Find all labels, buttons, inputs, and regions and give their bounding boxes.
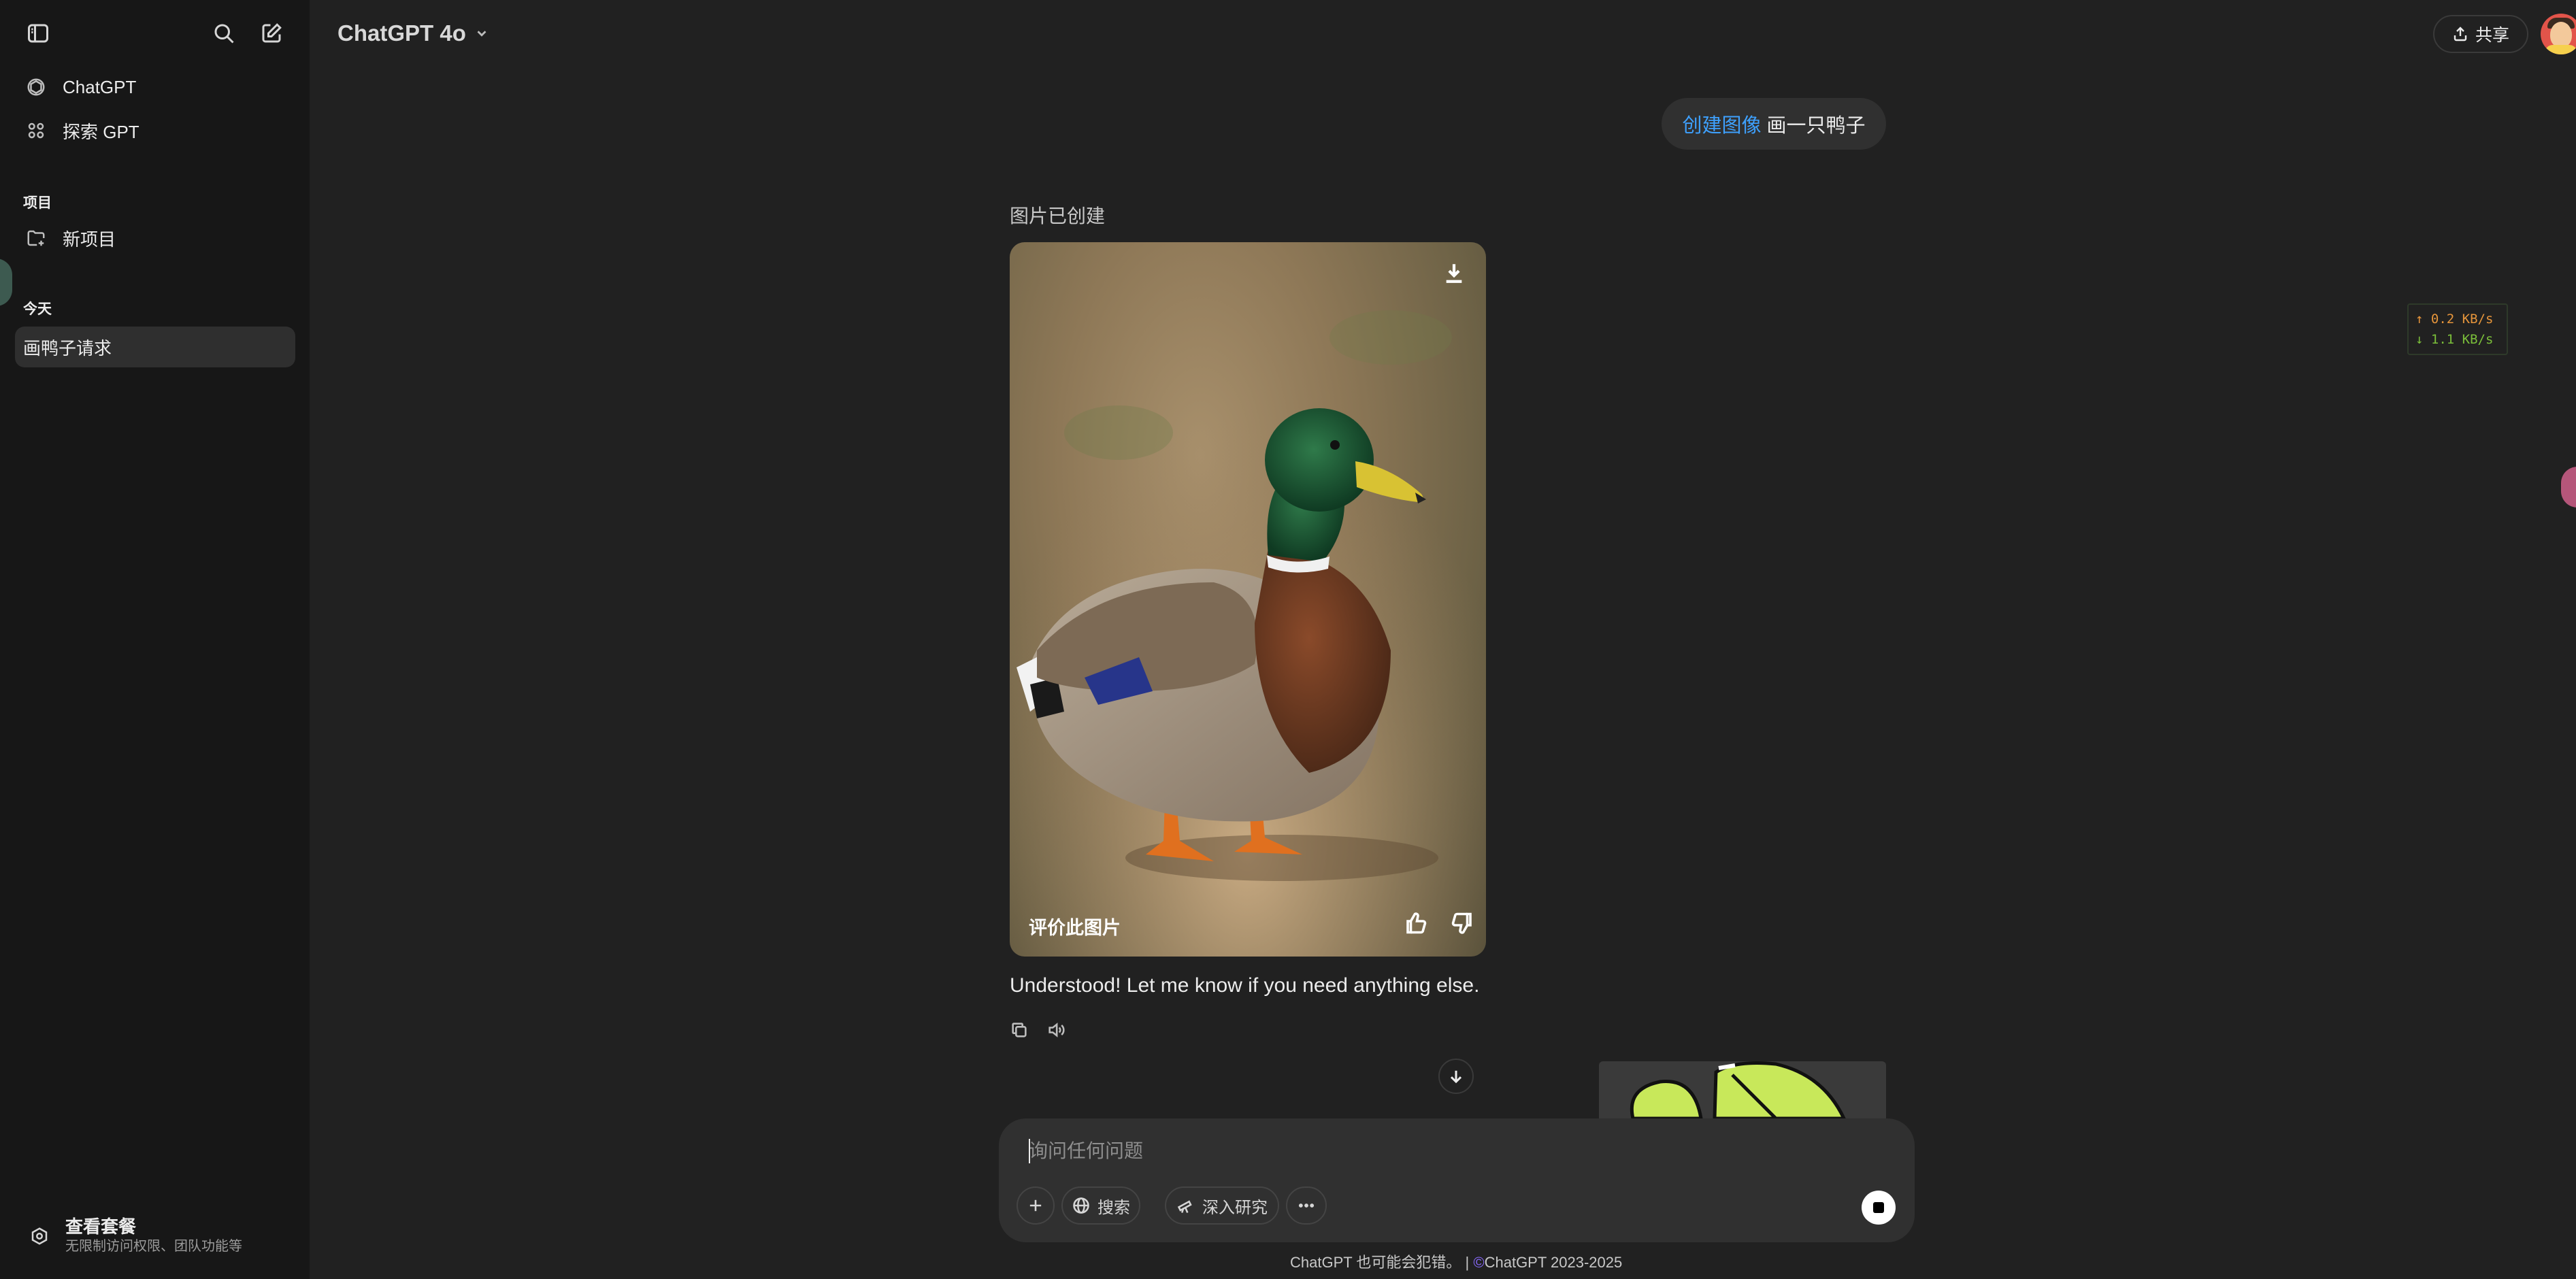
- sidebar-item-label: 探索 GPT: [63, 121, 139, 142]
- search-icon: [214, 24, 234, 44]
- new-chat-button[interactable]: [253, 15, 290, 52]
- plan-title: 查看套餐: [65, 1216, 137, 1237]
- sidebar-topbar: [0, 15, 310, 52]
- generated-image-card[interactable]: 评价此图片: [1010, 242, 1486, 957]
- thumbs-down-icon: [1451, 912, 1472, 934]
- download-speed: ↓ 1.1 KB/s: [2415, 332, 2494, 347]
- thumbs-up-icon: [1406, 912, 1427, 934]
- footer-disclaimer: ChatGPT 也可能会犯错。 | ©ChatGPT 2023-2025: [1290, 1250, 1622, 1272]
- scroll-to-bottom-button[interactable]: [1438, 1059, 1474, 1094]
- copyright-symbol: ©: [1473, 1254, 1485, 1271]
- sidebar-item-chatgpt[interactable]: ChatGPT: [15, 67, 295, 107]
- toggle-sidebar-button[interactable]: [20, 15, 56, 52]
- disclaimer-text: ChatGPT 也可能会犯错。 |: [1290, 1254, 1470, 1271]
- globe-icon: [1073, 1197, 1089, 1214]
- arrow-down-icon: [1450, 1070, 1462, 1084]
- edit-icon: [262, 23, 282, 43]
- stop-generating-button[interactable]: [1862, 1191, 1896, 1225]
- text-cursor: [1029, 1139, 1030, 1163]
- copy-icon: [1012, 1023, 1027, 1037]
- search-chats-button[interactable]: [205, 15, 242, 52]
- view-plans-button[interactable]: 查看套餐 无限制访问权限、团队功能等: [27, 1212, 299, 1260]
- speaker-icon: [1048, 1023, 1065, 1037]
- duck-image: [1010, 242, 1486, 957]
- sidebar-toggle-icon: [28, 24, 48, 43]
- sidebar-item-new-project[interactable]: 新项目: [15, 218, 295, 259]
- more-tools-button[interactable]: [1286, 1186, 1327, 1225]
- chat-history-label: 画鸭子请求: [23, 337, 112, 359]
- preview-graphic: [1630, 1061, 1846, 1118]
- upload-speed: ↑ 0.2 KB/s: [2415, 312, 2494, 327]
- image-created-status: 图片已创建: [1010, 205, 1106, 227]
- deep-research-button[interactable]: 深入研究: [1165, 1186, 1279, 1225]
- chevron-down-icon: [477, 31, 486, 37]
- share-label: 共享: [2475, 26, 2509, 45]
- sidebar-item-explore-gpts[interactable]: 探索 GPT: [15, 110, 295, 151]
- sidebar-item-label: 新项目: [63, 229, 116, 250]
- model-name: ChatGPT 4o: [337, 20, 466, 46]
- avatar[interactable]: [2541, 14, 2576, 54]
- upgrade-icon: [27, 1224, 52, 1248]
- copyright-text: ChatGPT 2023-2025: [1484, 1254, 1623, 1271]
- model-switcher[interactable]: ChatGPT 4o: [337, 18, 489, 49]
- user-message-bubble: 创建图像 画一只鸭子: [1662, 98, 1886, 150]
- today-heading: 今天: [23, 301, 52, 317]
- folder-plus-icon: [24, 227, 48, 250]
- plan-subtitle: 无限制访问权限、团队功能等: [65, 1239, 242, 1254]
- thumbs-down-button[interactable]: [1445, 906, 1479, 940]
- download-image-button[interactable]: [1437, 256, 1471, 290]
- avatar-shirt: [2545, 45, 2576, 54]
- attach-button[interactable]: [1017, 1186, 1055, 1225]
- thumbs-up-button[interactable]: [1399, 906, 1433, 940]
- download-icon: [1446, 264, 1462, 283]
- network-speed-widget: ↑ 0.2 KB/s ↓ 1.1 KB/s: [2407, 303, 2508, 355]
- read-aloud-button[interactable]: [1042, 1016, 1070, 1044]
- projects-heading: 项目: [23, 195, 52, 211]
- share-icon: [2454, 27, 2467, 41]
- avatar-face: [2550, 22, 2572, 48]
- grid-icon: [24, 119, 48, 142]
- assistant-message-text: Understood! Let me know if you need anyt…: [1010, 974, 1480, 997]
- composer: 搜索 深入研究: [999, 1118, 1915, 1242]
- search-tool-button[interactable]: 搜索: [1061, 1186, 1140, 1225]
- chat-history-item[interactable]: 画鸭子请求: [15, 327, 295, 367]
- partial-image-preview: [1599, 1061, 1886, 1118]
- copy-button[interactable]: [1006, 1016, 1033, 1044]
- prompt-input[interactable]: [1029, 1136, 1845, 1166]
- rate-image-label: 评价此图片: [1029, 918, 1121, 938]
- telescope-icon: [1177, 1200, 1192, 1214]
- create-image-tool-tag: 创建图像: [1682, 115, 1762, 137]
- deep-research-label: 深入研究: [1202, 1198, 1268, 1217]
- share-button[interactable]: 共享: [2433, 15, 2528, 53]
- user-message-text: 画一只鸭子: [1766, 115, 1866, 137]
- sidebar-item-label: ChatGPT: [63, 76, 137, 97]
- more-horizontal-icon: [1298, 1203, 1315, 1208]
- floating-extension-bubble[interactable]: [2561, 467, 2576, 508]
- openai-logo-icon: [24, 76, 48, 99]
- plus-icon: [1029, 1199, 1042, 1212]
- plan-text: 查看套餐 无限制访问权限、团队功能等: [65, 1216, 242, 1256]
- sidebar: ChatGPT 探索 GPT 项目 新项目 今天 画鸭子请求 查看套餐 无限制访…: [0, 0, 310, 1279]
- stop-icon: [1873, 1202, 1884, 1213]
- search-tool-label: 搜索: [1097, 1198, 1130, 1217]
